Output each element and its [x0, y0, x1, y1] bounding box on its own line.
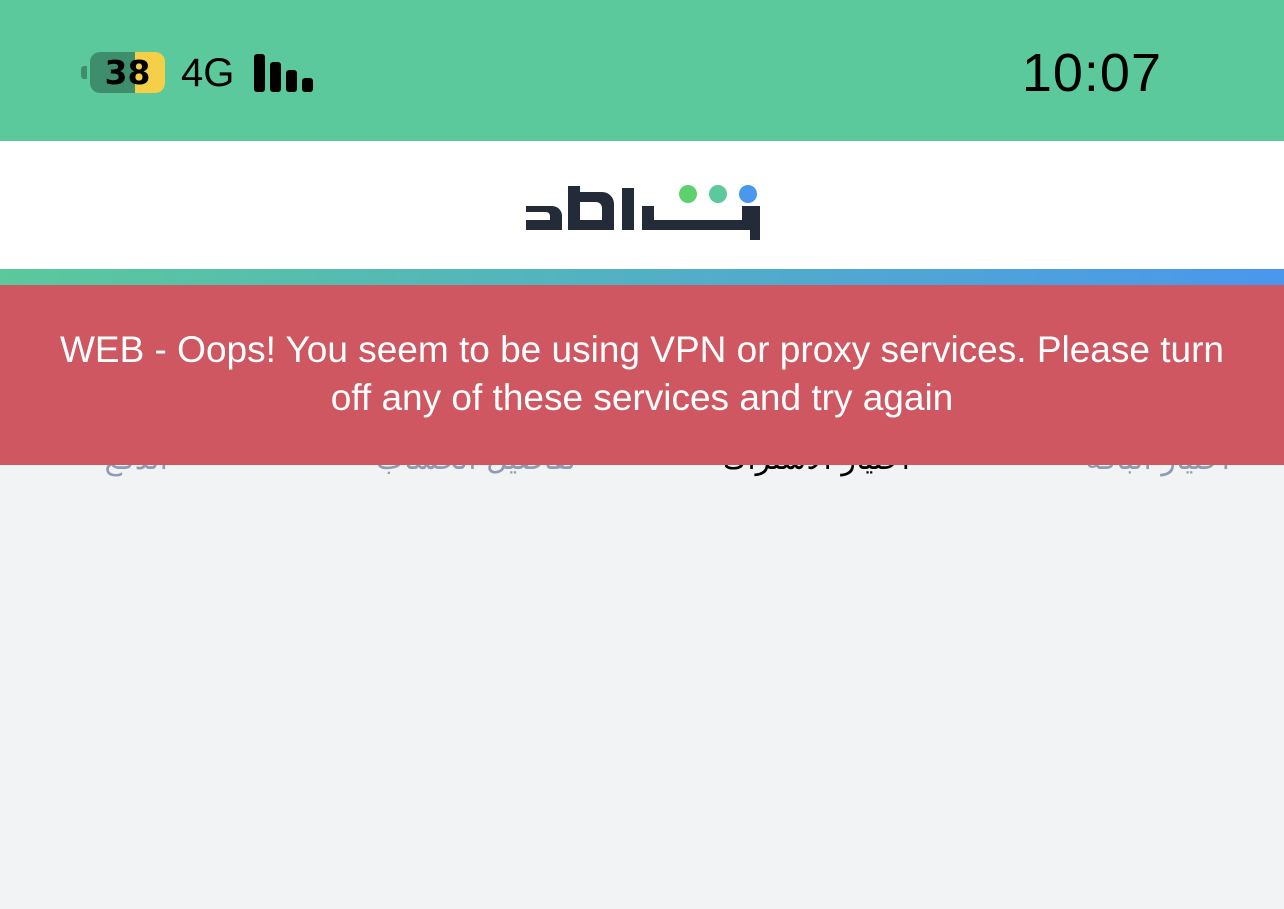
- progress-strip: [0, 269, 1284, 285]
- logo-dot-blue: [739, 185, 757, 203]
- vpn-error-banner: WEB - Oops! You seem to be using VPN or …: [0, 285, 1284, 465]
- shahid-logo[interactable]: [524, 172, 762, 240]
- logo-dot-teal: [709, 185, 727, 203]
- status-time: 10:07: [1021, 43, 1162, 103]
- status-bar: 38 4G 10:07: [0, 0, 1284, 141]
- battery-icon: 38: [81, 52, 165, 93]
- alert-message: WEB - Oops! You seem to be using VPN or …: [60, 329, 1224, 418]
- logo-dot-green: [679, 185, 697, 203]
- network-type: 4G: [181, 51, 235, 95]
- battery-level: 38: [104, 53, 151, 92]
- signal-icon: [254, 54, 314, 92]
- app-header: [0, 141, 1284, 269]
